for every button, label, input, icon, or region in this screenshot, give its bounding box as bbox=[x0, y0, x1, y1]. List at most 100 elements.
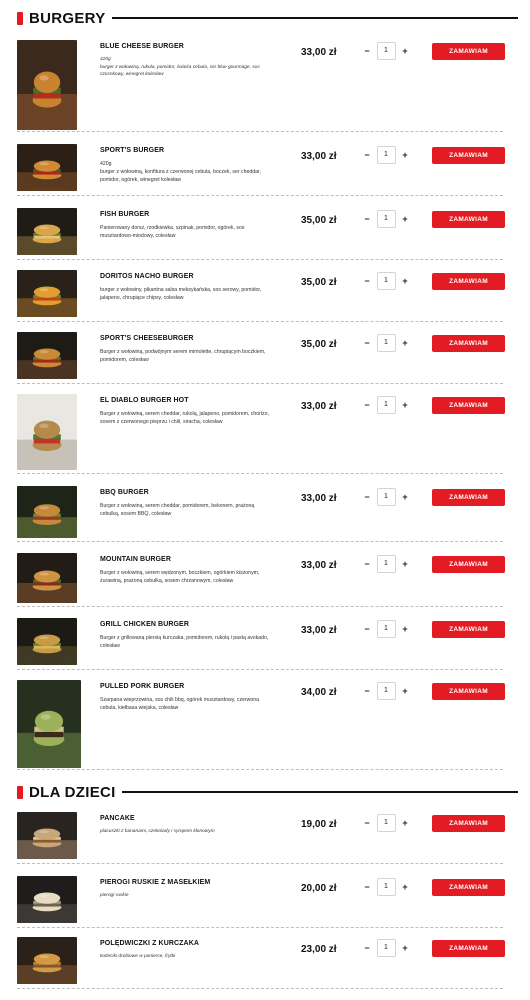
increase-quantity-button[interactable]: + bbox=[400, 150, 410, 160]
menu-item-name: SPORT'S BURGER bbox=[100, 147, 165, 154]
increase-quantity-button[interactable]: + bbox=[400, 492, 410, 502]
increase-quantity-button[interactable]: + bbox=[400, 943, 410, 953]
menu-item-name: EL DIABLO BURGER HOT bbox=[100, 397, 189, 404]
decrease-quantity-button[interactable]: − bbox=[362, 338, 372, 348]
menu-item-row: GRILL CHICKEN BURGER Burger z grillowaną… bbox=[17, 618, 505, 670]
menu-item-photo bbox=[17, 618, 77, 665]
increase-quantity-button[interactable]: + bbox=[400, 46, 410, 56]
decrease-quantity-button[interactable]: − bbox=[362, 150, 372, 160]
decrease-quantity-button[interactable]: − bbox=[362, 400, 372, 410]
increase-quantity-button[interactable]: + bbox=[400, 559, 410, 569]
menu-item-price: 33,00 zł bbox=[301, 493, 337, 504]
quantity-stepper: − 1 + bbox=[362, 210, 410, 228]
quantity-input[interactable]: 1 bbox=[376, 814, 396, 832]
menu-item-row: PULLED PORK BURGER Szarpana wieprzowina,… bbox=[17, 680, 505, 770]
quantity-stepper: − 1 + bbox=[362, 42, 410, 60]
quantity-input[interactable]: 1 bbox=[376, 210, 396, 228]
increase-quantity-button[interactable]: + bbox=[400, 338, 410, 348]
menu-item-name: BBQ BURGER bbox=[100, 489, 149, 496]
menu-item-description: Burger z wołowiną, podwójnym serem mimol… bbox=[100, 349, 266, 363]
quantity-stepper: − 1 + bbox=[362, 555, 410, 573]
quantity-input[interactable]: 1 bbox=[376, 682, 396, 700]
section-marker bbox=[17, 785, 23, 799]
increase-quantity-button[interactable]: + bbox=[400, 882, 410, 892]
decrease-quantity-button[interactable]: − bbox=[362, 559, 372, 569]
quantity-input[interactable]: 1 bbox=[376, 396, 396, 414]
order-button[interactable]: ZAMAWIAM bbox=[432, 879, 505, 896]
menu-item-info: EL DIABLO BURGER HOT Burger z wołowiną, … bbox=[100, 396, 272, 426]
section-marker bbox=[17, 11, 23, 25]
decrease-quantity-button[interactable]: − bbox=[362, 46, 372, 56]
menu-item-row: BBQ BURGER Burger z wołowiną, serem ched… bbox=[17, 486, 505, 542]
order-button[interactable]: ZAMAWIAM bbox=[432, 489, 505, 506]
menu-item-price: 35,00 zł bbox=[301, 339, 337, 350]
order-button[interactable]: ZAMAWIAM bbox=[432, 273, 505, 290]
menu-item-info: MOUNTAIN BURGER Burger z wołowiną, serem… bbox=[100, 555, 272, 585]
section-divider bbox=[111, 17, 518, 19]
order-button[interactable]: ZAMAWIAM bbox=[432, 335, 505, 352]
menu-item-row: EL DIABLO BURGER HOT Burger z wołowiną, … bbox=[17, 394, 505, 474]
menu-item-price: 33,00 zł bbox=[301, 401, 337, 412]
menu-item-name: DORITOS NACHO BURGER bbox=[100, 273, 194, 280]
order-button[interactable]: ZAMAWIAM bbox=[432, 621, 505, 638]
order-button[interactable]: ZAMAWIAM bbox=[432, 211, 505, 228]
increase-quantity-button[interactable]: + bbox=[400, 624, 410, 634]
quantity-stepper: − 1 + bbox=[362, 620, 410, 638]
quantity-input[interactable]: 1 bbox=[376, 555, 396, 573]
quantity-input[interactable]: 1 bbox=[376, 272, 396, 290]
decrease-quantity-button[interactable]: − bbox=[362, 624, 372, 634]
increase-quantity-button[interactable]: + bbox=[400, 214, 410, 224]
menu-item-description: Burger z wołowiną, serem cheddar, rukolą… bbox=[100, 411, 269, 425]
menu-item-name: PIEROGI RUSKIE Z MASEŁKIEM bbox=[100, 879, 211, 886]
menu-item-info: PANCAKE placuszki z bananami, czekolady … bbox=[100, 814, 272, 836]
menu-item-info: PULLED PORK BURGER Szarpana wieprzowina,… bbox=[100, 682, 272, 712]
menu-item-price: 34,00 zł bbox=[301, 687, 337, 698]
order-button[interactable]: ZAMAWIAM bbox=[432, 815, 505, 832]
menu-item-price: 35,00 zł bbox=[301, 215, 337, 226]
menu-item-description: Burger z wołowiną, serem wędzonym, boczk… bbox=[100, 570, 260, 584]
quantity-input[interactable]: 1 bbox=[376, 488, 396, 506]
menu-item-description: Szarpana wieprzowina, sos chili bbq, ogó… bbox=[100, 697, 260, 711]
increase-quantity-button[interactable]: + bbox=[400, 276, 410, 286]
quantity-input[interactable]: 1 bbox=[376, 878, 396, 896]
order-button[interactable]: ZAMAWIAM bbox=[432, 940, 505, 957]
order-button[interactable]: ZAMAWIAM bbox=[432, 397, 505, 414]
menu-item-photo bbox=[17, 680, 81, 768]
menu-item-photo bbox=[17, 270, 77, 317]
menu-item-name: BLUE CHEESE BURGER bbox=[100, 43, 184, 50]
decrease-quantity-button[interactable]: − bbox=[362, 882, 372, 892]
menu-item-photo bbox=[17, 876, 77, 923]
decrease-quantity-button[interactable]: − bbox=[362, 492, 372, 502]
decrease-quantity-button[interactable]: − bbox=[362, 818, 372, 828]
quantity-input[interactable]: 1 bbox=[376, 620, 396, 638]
order-button[interactable]: ZAMAWIAM bbox=[432, 147, 505, 164]
quantity-input[interactable]: 1 bbox=[376, 42, 396, 60]
menu-item-name: POLĘDWICZKI Z KURCZAKA bbox=[100, 940, 200, 947]
quantity-stepper: − 1 + bbox=[362, 146, 410, 164]
menu-item-info: DORITOS NACHO BURGER burger z wołowiny, … bbox=[100, 272, 272, 302]
section-header-dla-dzieci: DLA DZIECI bbox=[17, 782, 518, 802]
increase-quantity-button[interactable]: + bbox=[400, 400, 410, 410]
menu-item-description: 420g burger z wołowiną, rukola, pomidor,… bbox=[100, 57, 260, 77]
order-button[interactable]: ZAMAWIAM bbox=[432, 43, 505, 60]
quantity-stepper: − 1 + bbox=[362, 878, 410, 896]
quantity-stepper: − 1 + bbox=[362, 488, 410, 506]
menu-item-photo bbox=[17, 937, 77, 984]
decrease-quantity-button[interactable]: − bbox=[362, 943, 372, 953]
menu-item-price: 23,00 zł bbox=[301, 944, 337, 955]
order-button[interactable]: ZAMAWIAM bbox=[432, 556, 505, 573]
menu-item-price: 19,00 zł bbox=[301, 819, 337, 830]
increase-quantity-button[interactable]: + bbox=[400, 818, 410, 828]
menu-item-row: MOUNTAIN BURGER Burger z wołowiną, serem… bbox=[17, 553, 505, 607]
menu-item-photo bbox=[17, 486, 77, 538]
menu-item-name: PANCAKE bbox=[100, 815, 135, 822]
increase-quantity-button[interactable]: + bbox=[400, 686, 410, 696]
menu-item-price: 33,00 zł bbox=[301, 625, 337, 636]
decrease-quantity-button[interactable]: − bbox=[362, 276, 372, 286]
decrease-quantity-button[interactable]: − bbox=[362, 214, 372, 224]
quantity-input[interactable]: 1 bbox=[376, 939, 396, 957]
order-button[interactable]: ZAMAWIAM bbox=[432, 683, 505, 700]
quantity-input[interactable]: 1 bbox=[376, 146, 396, 164]
decrease-quantity-button[interactable]: − bbox=[362, 686, 372, 696]
quantity-input[interactable]: 1 bbox=[376, 334, 396, 352]
